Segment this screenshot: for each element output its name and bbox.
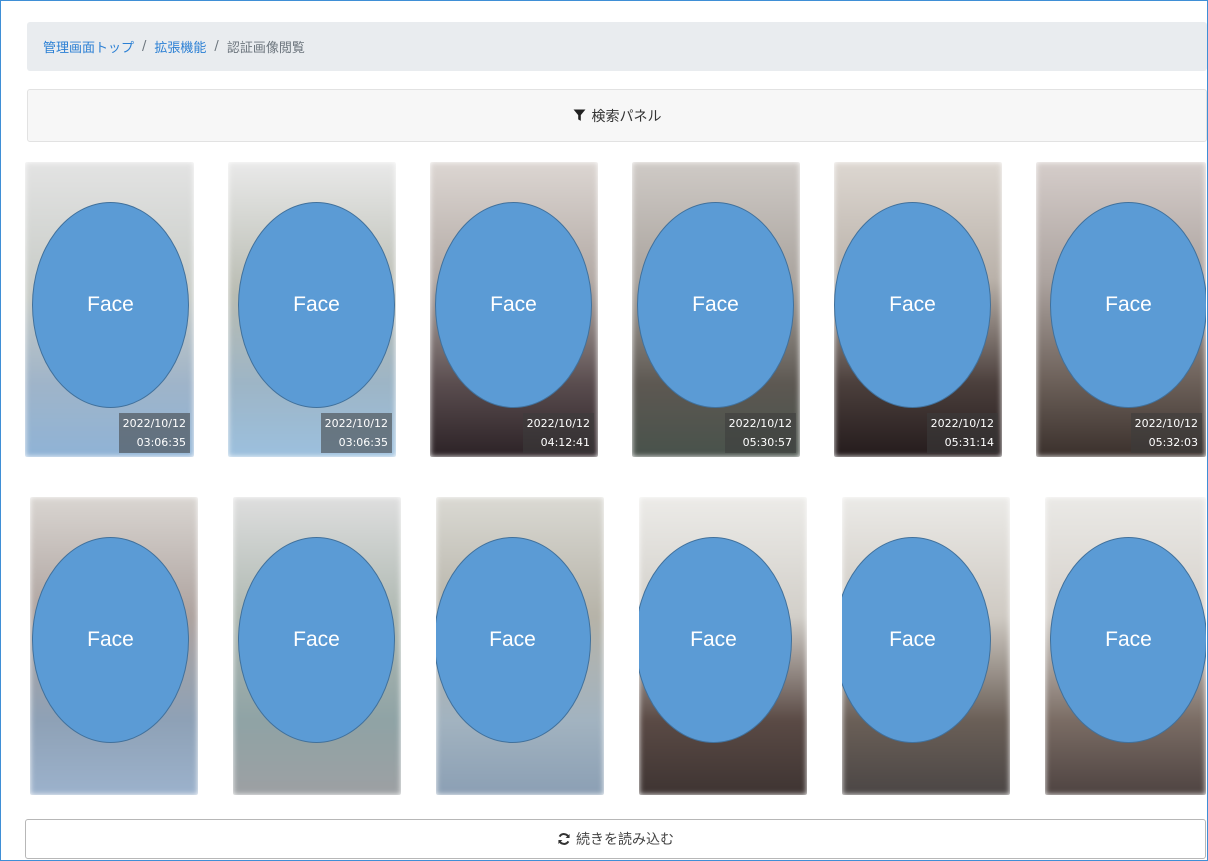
auth-image-thumbnail[interactable]: Face (1045, 497, 1206, 795)
auth-image-thumbnail[interactable]: Face (639, 497, 807, 795)
refresh-icon (557, 832, 571, 846)
search-panel-label: 検索パネル (591, 108, 662, 125)
timestamp-time: 04:12:41 (540, 436, 590, 449)
face-mask: Face (238, 202, 395, 408)
auth-image-thumbnail[interactable]: Face (30, 497, 198, 795)
timestamp-label: 2022/10/12 05:32:03 (1130, 413, 1202, 453)
timestamp-date: 2022/10/12 (1134, 417, 1198, 430)
timestamp-label: 2022/10/12 05:30:57 (724, 413, 796, 453)
timestamp-date: 2022/10/12 (728, 417, 792, 430)
auth-image-thumbnail[interactable]: Face 2022/10/12 03:06:35 (228, 162, 396, 457)
face-mask: Face (1050, 202, 1206, 408)
timestamp-time: 05:31:14 (944, 436, 994, 449)
auth-image-thumbnail[interactable]: Face 2022/10/12 05:32:03 (1036, 162, 1206, 457)
face-mask: Face (435, 202, 592, 408)
face-mask: Face (436, 537, 591, 743)
auth-image-thumbnail[interactable]: Face (842, 497, 1010, 795)
timestamp-label: 2022/10/12 05:31:14 (926, 413, 998, 453)
face-mask: Face (32, 202, 189, 408)
timestamp-time: 05:30:57 (742, 436, 792, 449)
face-mask: Face (32, 537, 189, 743)
breadcrumb-separator: / (214, 39, 219, 54)
timestamp-time: 03:06:35 (338, 436, 388, 449)
face-mask: Face (639, 537, 792, 743)
auth-image-thumbnail[interactable]: Face (436, 497, 604, 795)
timestamp-date: 2022/10/12 (324, 417, 388, 430)
breadcrumb-current: 認証画像閲覧 (226, 41, 305, 56)
auth-image-thumbnail[interactable]: Face 2022/10/12 05:31:14 (834, 162, 1002, 457)
timestamp-label: 2022/10/12 03:06:35 (118, 413, 190, 453)
timestamp-date: 2022/10/12 (526, 417, 590, 430)
timestamp-label: 2022/10/12 04:12:41 (522, 413, 594, 453)
auth-image-thumbnail[interactable]: Face (233, 497, 401, 795)
face-mask: Face (1050, 537, 1206, 743)
timestamp-time: 03:06:35 (136, 436, 186, 449)
face-mask: Face (834, 202, 991, 408)
auth-image-thumbnail[interactable]: Face 2022/10/12 03:06:35 (25, 162, 194, 457)
auth-image-thumbnail[interactable]: Face 2022/10/12 04:12:41 (430, 162, 598, 457)
breadcrumb-separator: / (142, 39, 147, 54)
face-mask: Face (238, 537, 395, 743)
load-more-button[interactable]: 続きを読み込む (25, 819, 1206, 859)
face-mask: Face (637, 202, 794, 408)
timestamp-label: 2022/10/12 03:06:35 (320, 413, 392, 453)
breadcrumb-link-admin-top[interactable]: 管理画面トップ (43, 37, 134, 56)
timestamp-time: 05:32:03 (1148, 436, 1198, 449)
auth-image-thumbnail[interactable]: Face 2022/10/12 05:30:57 (632, 162, 800, 457)
breadcrumb: 管理画面トップ / 拡張機能 / 認証画像閲覧 (27, 22, 1207, 71)
timestamp-date: 2022/10/12 (930, 417, 994, 430)
load-more-label: 続きを読み込む (576, 832, 674, 848)
search-panel-toggle[interactable]: 検索パネル (27, 89, 1207, 142)
breadcrumb-link-extensions[interactable]: 拡張機能 (154, 37, 206, 56)
timestamp-date: 2022/10/12 (122, 417, 186, 430)
filter-icon (573, 109, 586, 122)
